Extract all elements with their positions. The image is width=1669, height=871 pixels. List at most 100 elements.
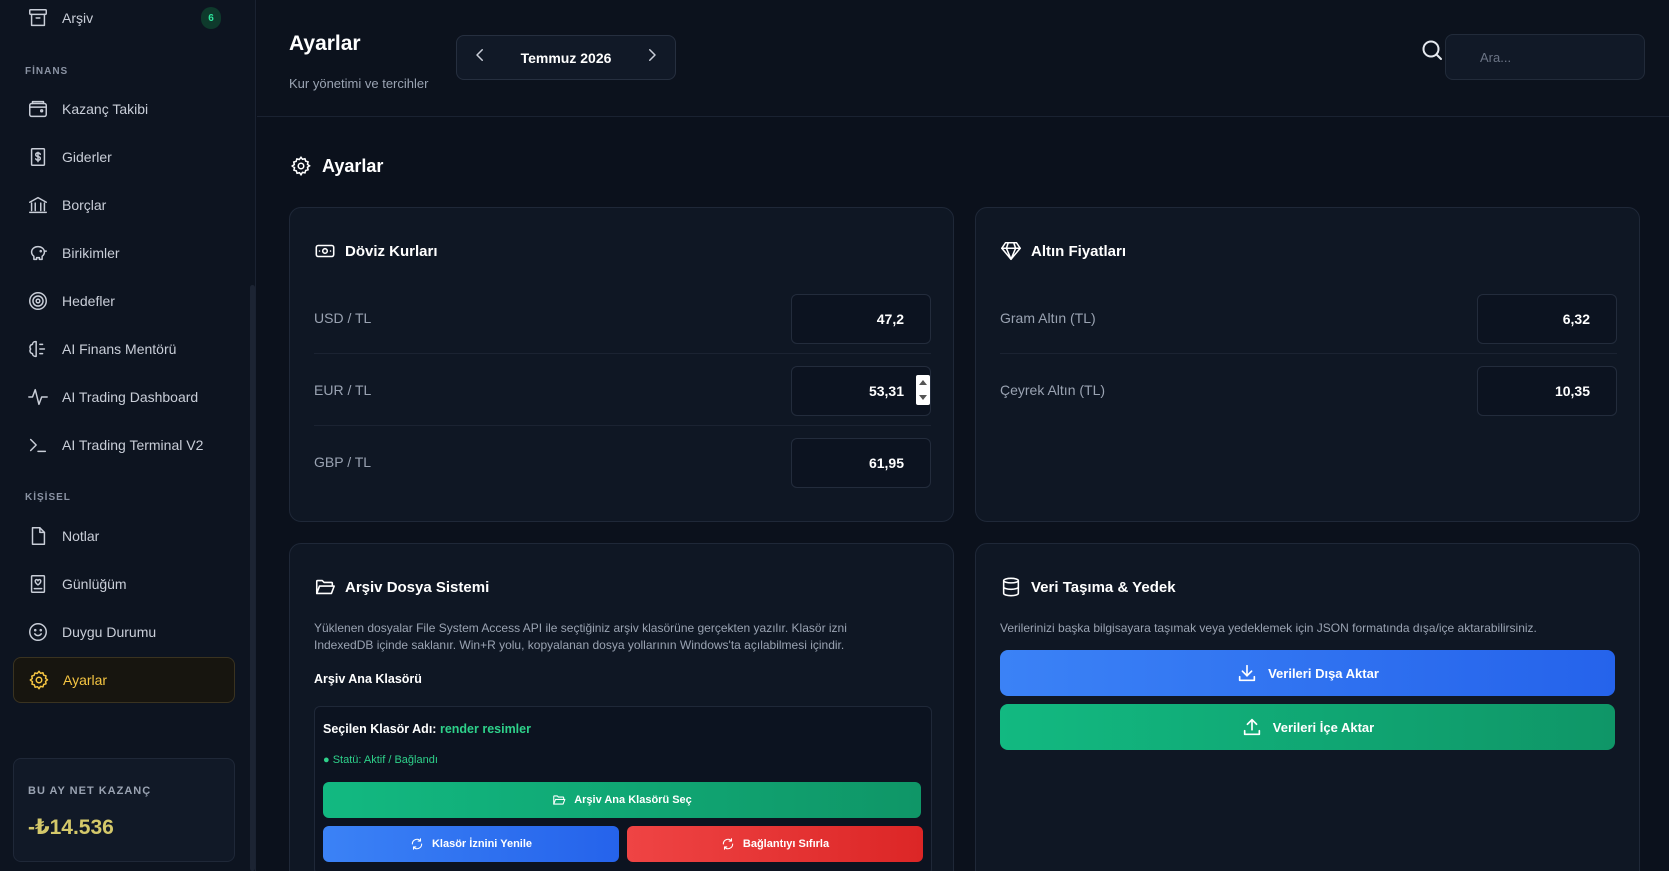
refresh-icon	[411, 838, 423, 850]
card-title: Arşiv Dosya Sistemi	[345, 578, 490, 596]
archive-fs-card: Arşiv Dosya Sistemi Yüklenen dosyalar Fi…	[289, 543, 954, 871]
activity-icon	[26, 385, 50, 409]
net-earnings-card: BU AY NET KAZANÇ -₺14.536	[13, 758, 235, 862]
sidebar-item-savings[interactable]: Birikimler	[13, 230, 235, 276]
quarter-gold-input[interactable]	[1477, 366, 1617, 416]
sidebar-item-ai-mentor[interactable]: AI Finans Mentörü	[13, 326, 235, 372]
export-data-button[interactable]: Verileri Dışa Aktar	[1000, 650, 1615, 696]
rate-row-eur: EUR / TL	[314, 366, 931, 416]
refresh-folder-permission-button[interactable]: Klasör İznini Yenile	[323, 826, 619, 862]
sidebar-item-label: Ayarlar	[63, 672, 108, 688]
currency-rates-card: Döviz Kurları USD / TL EUR / TL GBP / TL	[289, 207, 954, 522]
card-header: Altın Fiyatları	[1000, 240, 1126, 262]
prev-month-button[interactable]	[471, 46, 489, 69]
sidebar-item-label: Günlüğüm	[62, 576, 127, 592]
button-label: Bağlantıyı Sıfırla	[742, 838, 830, 850]
sidebar-item-mood[interactable]: Duygu Durumu	[13, 609, 235, 655]
sidebar-item-label: AI Finans Mentörü	[62, 341, 177, 357]
rate-label: USD / TL	[314, 310, 372, 326]
upload-icon	[1243, 718, 1260, 736]
card-title: Altın Fiyatları	[1031, 242, 1127, 260]
eur-rate-input[interactable]	[791, 366, 931, 416]
search-icon[interactable]	[1420, 38, 1444, 62]
data-transfer-card: Veri Taşıma & Yedek Verilerinizi başka b…	[975, 543, 1640, 871]
receipt-icon	[26, 145, 50, 169]
page-title: Ayarlar	[289, 32, 361, 55]
sidebar-item-ai-trading-terminal[interactable]: AI Trading Terminal V2	[13, 422, 235, 468]
gbp-rate-input[interactable]	[791, 438, 931, 488]
sidebar-item-label: AI Trading Dashboard	[62, 389, 199, 405]
sidebar-item-journal[interactable]: Günlüğüm	[13, 561, 235, 607]
sidebar-item-settings[interactable]: Ayarlar	[13, 657, 235, 703]
month-navigator: Temmuz 2026	[456, 35, 676, 80]
diamond-icon	[1001, 241, 1021, 261]
sidebar-item-goals[interactable]: Hedefler	[13, 278, 235, 324]
chevron-left-icon	[476, 49, 483, 61]
folder-open-icon	[553, 795, 566, 805]
section-label-personal: KİŞİSEL	[25, 492, 71, 503]
rate-row-quarter-gold: Çeyrek Altın (TL)	[1000, 366, 1617, 416]
next-month-button[interactable]	[643, 46, 661, 69]
wallet-icon	[26, 97, 50, 121]
sidebar-item-label: Kazanç Takibi	[62, 101, 149, 117]
reset-connection-button[interactable]: Bağlantıyı Sıfırla	[627, 826, 923, 862]
choose-archive-folder-button[interactable]: Arşiv Ana Klasörü Seç	[323, 782, 921, 818]
search-input[interactable]	[1445, 34, 1645, 80]
number-spinner[interactable]	[916, 375, 930, 405]
sidebar-item-label: Hedefler	[62, 293, 115, 309]
usd-rate-input[interactable]	[791, 294, 931, 344]
card-header: Veri Taşıma & Yedek	[1000, 576, 1176, 598]
section-title: Ayarlar	[290, 155, 383, 177]
sidebar: Arşiv 6 FİNANS Kazanç Takibi Giderler Bo…	[0, 0, 256, 871]
sidebar-item-earnings[interactable]: Kazanç Takibi	[13, 86, 235, 132]
sidebar-item-label: Arşiv	[62, 10, 94, 26]
gram-gold-input[interactable]	[1477, 294, 1617, 344]
description-line: IndexedDB içinde saklanır. Win+R yolu, k…	[314, 638, 845, 652]
journal-icon	[26, 572, 50, 596]
brain-icon	[26, 337, 50, 361]
net-earnings-value: -₺14.536	[28, 816, 114, 839]
sidebar-item-debts[interactable]: Borçlar	[13, 182, 235, 228]
divider	[314, 353, 931, 354]
selected-folder-value: render resimler	[439, 722, 531, 736]
button-label: Verileri Dışa Aktar	[1268, 665, 1379, 681]
description-line: Yüklenen dosyalar File System Access API…	[314, 621, 847, 635]
archive-description: Yüklenen dosyalar File System Access API…	[314, 620, 934, 654]
terminal-icon	[26, 433, 50, 457]
banknote-icon	[315, 244, 335, 258]
sidebar-item-label: Duygu Durumu	[62, 624, 157, 640]
sidebar-item-notes[interactable]: Notlar	[13, 513, 235, 559]
gear-icon	[27, 668, 51, 692]
archive-root-label: Arşiv Ana Klasörü	[314, 672, 422, 686]
card-header: Döviz Kurları	[314, 240, 438, 262]
download-icon	[1238, 664, 1256, 682]
sidebar-item-archive[interactable]: Arşiv 6	[13, 0, 235, 41]
folder-status: ● Statü: Aktif / Bağlandı	[323, 754, 438, 766]
page-subtitle: Kur yönetimi ve tercihler	[289, 76, 429, 91]
header: Ayarlar Kur yönetimi ve tercihler Temmuz…	[257, 0, 1669, 117]
gear-icon	[290, 155, 311, 177]
sidebar-item-expenses[interactable]: Giderler	[13, 134, 235, 180]
archive-count-badge: 6	[201, 7, 221, 29]
folder-info-box: Seçilen Klasör Adı: render resimler ● St…	[314, 706, 932, 871]
current-month: Temmuz 2026	[520, 49, 612, 66]
bank-icon	[26, 193, 50, 217]
sidebar-item-label: AI Trading Terminal V2	[62, 437, 204, 453]
rate-row-gbp: GBP / TL	[314, 438, 931, 488]
sidebar-scrollbar[interactable]	[250, 285, 255, 871]
sidebar-item-label: Borçlar	[62, 197, 107, 213]
folder-open-icon	[315, 579, 335, 595]
database-icon	[1002, 577, 1020, 597]
file-icon	[26, 524, 50, 548]
section-label-finance: FİNANS	[25, 66, 69, 77]
piggy-bank-icon	[26, 241, 50, 265]
button-label: Klasör İznini Yenile	[431, 838, 533, 850]
sidebar-item-ai-trading-dashboard[interactable]: AI Trading Dashboard	[13, 374, 235, 420]
gold-prices-card: Altın Fiyatları Gram Altın (TL) Çeyrek A…	[975, 207, 1640, 522]
rate-row-usd: USD / TL	[314, 294, 931, 344]
selected-folder: Seçilen Klasör Adı: render resimler	[323, 722, 531, 736]
net-earnings-label: BU AY NET KAZANÇ	[28, 785, 152, 797]
card-header: Arşiv Dosya Sistemi	[314, 576, 489, 598]
rate-label: GBP / TL	[314, 454, 372, 470]
import-data-button[interactable]: Verileri İçe Aktar	[1000, 704, 1615, 750]
